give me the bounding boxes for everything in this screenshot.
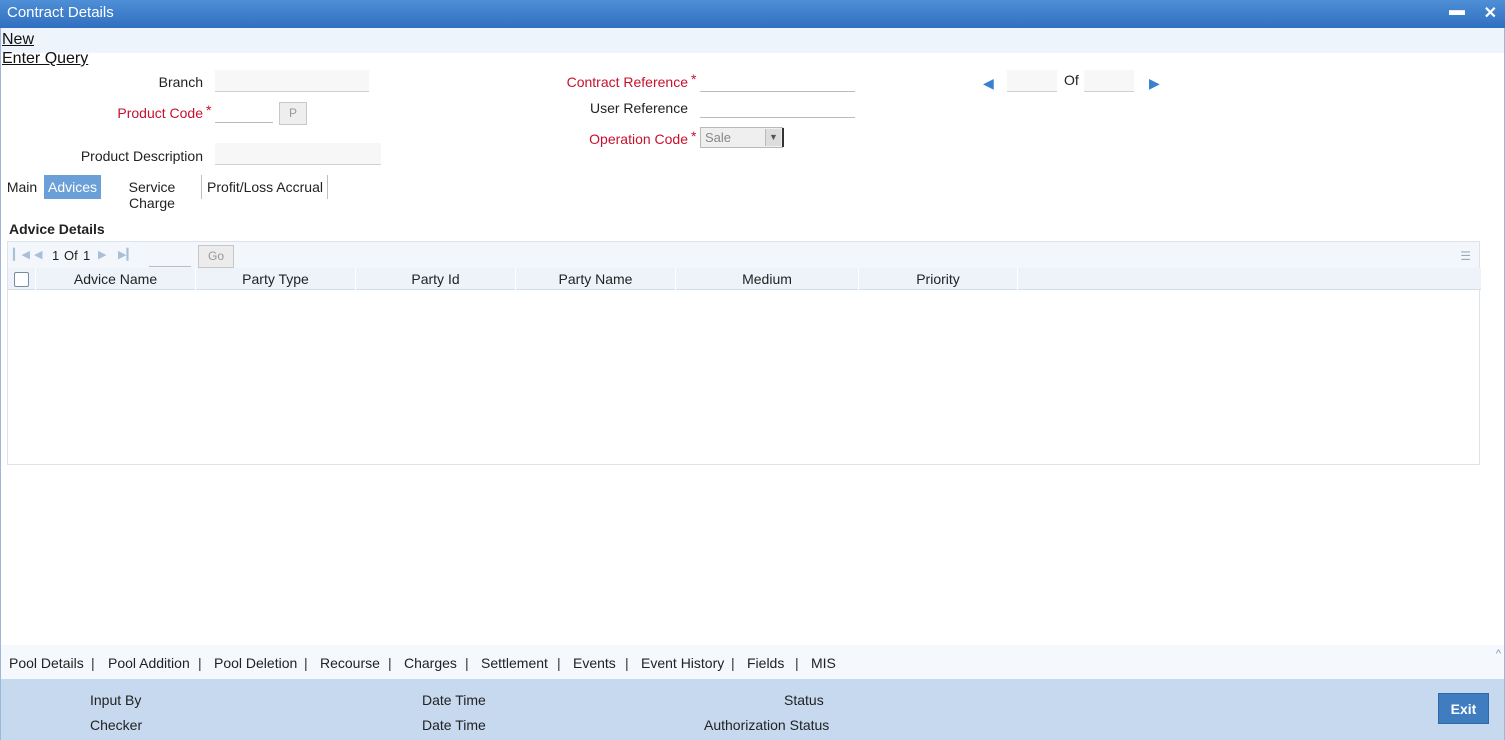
input-by-label: Input By bbox=[90, 692, 142, 708]
previous-page-icon[interactable]: ◀ bbox=[34, 248, 42, 261]
product-description-label: Product Description bbox=[80, 148, 203, 164]
of-label: Of bbox=[1064, 72, 1079, 88]
column-menu-icon[interactable]: ☰ bbox=[1460, 249, 1471, 263]
previous-record-icon[interactable]: ◀ bbox=[983, 75, 994, 92]
contract-reference-required-mark: * bbox=[691, 71, 697, 87]
footer-links-bar: Pool Details | Pool Addition | Pool Dele… bbox=[1, 645, 1504, 679]
window-body: New Enter Query Branch Product Code * P … bbox=[0, 28, 1505, 740]
pool-deletion-link[interactable]: Pool Deletion bbox=[214, 655, 297, 671]
operation-code-value: Sale bbox=[705, 130, 732, 145]
product-description-input[interactable] bbox=[215, 143, 381, 165]
pager-of-label: Of bbox=[64, 248, 78, 263]
pager-total-pages: 1 bbox=[83, 248, 91, 263]
grid-pager: ▎◀ ◀ 1 Of 1 ▶ ▶▎ Go ☰ bbox=[8, 242, 1479, 268]
record-status-label: Status bbox=[784, 692, 824, 708]
contract-reference-label: Contract Reference bbox=[566, 74, 688, 90]
menu-strip bbox=[1, 28, 1504, 53]
column-party-id[interactable]: Party Id bbox=[356, 268, 516, 290]
events-link[interactable]: Events bbox=[573, 655, 616, 671]
column-medium[interactable]: Medium bbox=[676, 268, 859, 290]
tab-advices[interactable]: Advices bbox=[44, 175, 101, 199]
tab-profit-loss-accrual[interactable]: Profit/Loss Accrual bbox=[205, 175, 325, 199]
exit-button[interactable]: Exit bbox=[1438, 693, 1489, 724]
next-record-icon[interactable]: ▶ bbox=[1149, 75, 1160, 92]
checker-date-time-label: Date Time bbox=[422, 717, 486, 733]
go-button[interactable]: Go bbox=[198, 245, 234, 268]
authorization-status-label: Authorization Status bbox=[704, 717, 830, 733]
operation-code-required-mark: * bbox=[691, 128, 697, 144]
new-link[interactable]: New bbox=[2, 31, 34, 49]
column-party-name[interactable]: Party Name bbox=[516, 268, 676, 290]
user-reference-label: User Reference bbox=[589, 100, 688, 116]
column-party-type[interactable]: Party Type bbox=[196, 268, 356, 290]
operation-code-select[interactable]: Sale ▼ bbox=[700, 127, 784, 148]
select-all-checkbox[interactable] bbox=[14, 272, 29, 287]
contract-reference-input[interactable] bbox=[700, 70, 855, 92]
pool-addition-link[interactable]: Pool Addition bbox=[108, 655, 190, 671]
chevron-down-icon: ▼ bbox=[765, 129, 781, 146]
settlement-link[interactable]: Settlement bbox=[481, 655, 548, 671]
next-page-icon[interactable]: ▶ bbox=[98, 248, 106, 261]
branch-label: Branch bbox=[158, 74, 203, 90]
recourse-link[interactable]: Recourse bbox=[320, 655, 380, 671]
input-date-time-label: Date Time bbox=[422, 692, 486, 708]
audit-status-bar: Input By Checker Date Time Date Time Sta… bbox=[1, 679, 1504, 740]
charges-link[interactable]: Charges bbox=[404, 655, 457, 671]
product-code-required-mark: * bbox=[206, 102, 212, 118]
window-titlebar: Contract Details ▬ ✕ bbox=[0, 0, 1505, 28]
operation-code-label: Operation Code bbox=[589, 131, 688, 147]
last-page-icon[interactable]: ▶▎ bbox=[118, 248, 135, 261]
pool-details-link[interactable]: Pool Details bbox=[9, 655, 84, 671]
current-record-input[interactable] bbox=[1007, 70, 1057, 92]
window-title: Contract Details bbox=[7, 4, 114, 21]
fields-link[interactable]: Fields bbox=[747, 655, 784, 671]
advice-details-grid: ▎◀ ◀ 1 Of 1 ▶ ▶▎ Go ☰ Advice Name Party … bbox=[7, 241, 1481, 465]
column-priority[interactable]: Priority bbox=[859, 268, 1018, 290]
minimize-icon[interactable]: ▬ bbox=[1449, 2, 1465, 20]
column-advice-name[interactable]: Advice Name bbox=[36, 268, 196, 290]
total-records-input[interactable] bbox=[1084, 70, 1134, 92]
advice-details-title: Advice Details bbox=[9, 221, 105, 237]
product-code-lov-button[interactable]: P bbox=[279, 102, 307, 125]
tab-service-charge[interactable]: Service Charge bbox=[105, 175, 199, 211]
mis-link[interactable]: MIS bbox=[811, 655, 836, 671]
event-history-link[interactable]: Event History bbox=[641, 655, 724, 671]
pager-current-page: 1 bbox=[52, 248, 60, 263]
close-icon[interactable]: ✕ bbox=[1484, 3, 1497, 23]
user-reference-input[interactable] bbox=[700, 96, 855, 118]
enter-query-link[interactable]: Enter Query bbox=[2, 50, 88, 68]
go-to-page-input[interactable] bbox=[149, 247, 191, 267]
chevron-up-icon[interactable]: ^ bbox=[1496, 648, 1501, 660]
branch-input[interactable] bbox=[215, 70, 369, 92]
first-page-icon[interactable]: ▎◀ bbox=[13, 248, 30, 261]
checker-label: Checker bbox=[90, 717, 143, 733]
product-code-input[interactable] bbox=[215, 101, 273, 123]
product-code-label: Product Code bbox=[117, 105, 203, 121]
grid-header-row: Advice Name Party Type Party Id Party Na… bbox=[8, 268, 1481, 290]
tab-main[interactable]: Main bbox=[3, 175, 41, 199]
